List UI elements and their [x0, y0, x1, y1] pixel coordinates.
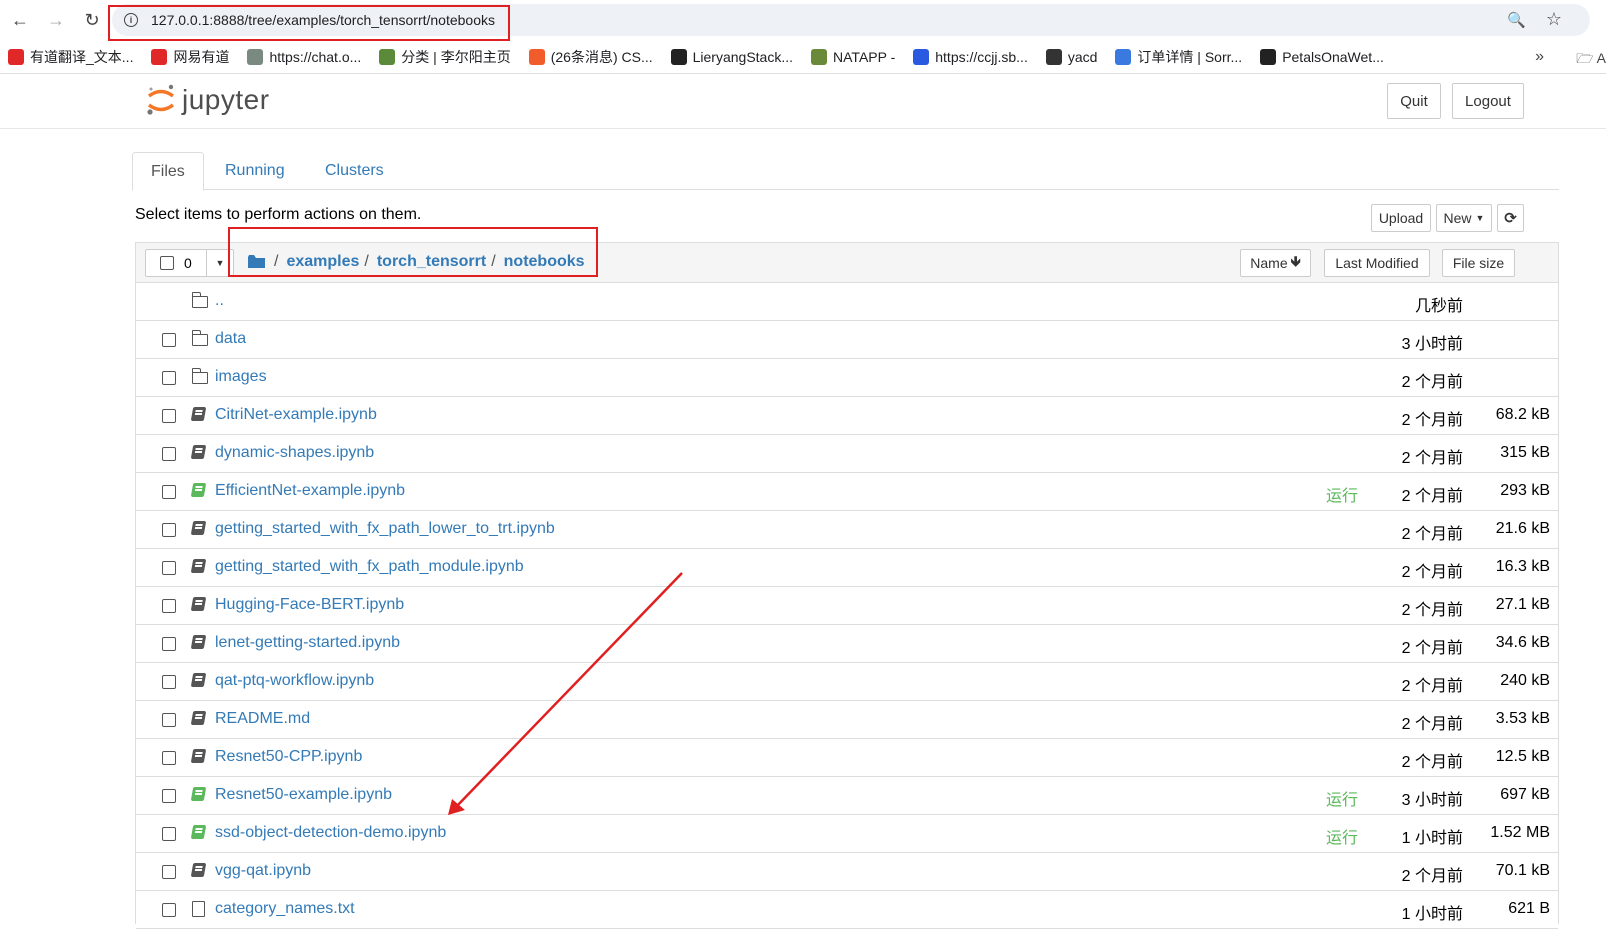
annotation-arrow [448, 572, 683, 815]
